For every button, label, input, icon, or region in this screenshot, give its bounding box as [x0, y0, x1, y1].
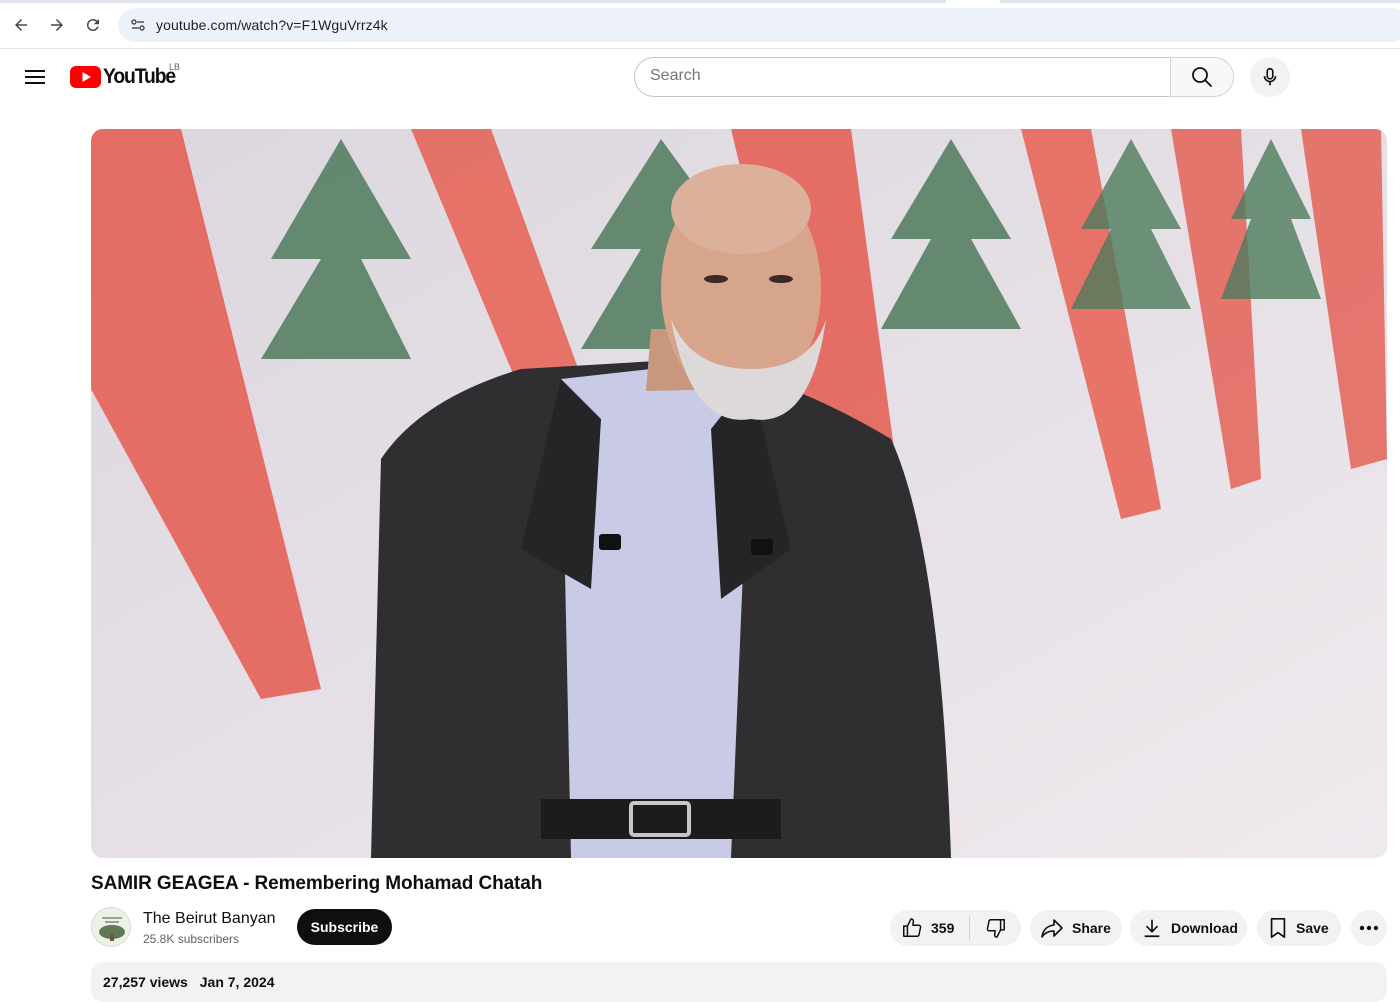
banyan-tree-logo-icon	[99, 917, 125, 941]
share-button[interactable]: Share	[1030, 910, 1122, 946]
upload-date: Jan 7, 2024	[199, 974, 275, 990]
youtube-logo[interactable]: YouTube	[70, 65, 181, 89]
address-bar[interactable]: youtube.com/watch?v=F1WguVrrz4k	[118, 8, 1400, 42]
like-dislike-group: 359	[890, 910, 1021, 946]
url-text[interactable]: youtube.com/watch?v=F1WguVrrz4k	[156, 17, 388, 33]
like-button[interactable]: 359	[890, 910, 969, 946]
forward-arrow-icon	[51, 19, 63, 31]
search-box	[634, 57, 1171, 97]
video-frame	[91, 129, 1387, 858]
video-player[interactable]	[91, 129, 1387, 858]
share-arrow-icon	[1041, 919, 1063, 938]
back-button[interactable]	[8, 12, 34, 38]
thumbs-down-icon	[986, 919, 1005, 938]
logo-text: YouTube	[103, 65, 176, 88]
more-horizontal-icon	[1359, 925, 1379, 931]
channel-name-link[interactable]: The Beirut Banyan	[143, 910, 276, 928]
hamburger-menu-icon	[25, 70, 45, 84]
channel-avatar[interactable]	[91, 907, 131, 947]
reload-icon	[86, 19, 99, 32]
site-info-icon	[131, 19, 145, 31]
description-box[interactable]: 27,257 views Jan 7, 2024	[91, 962, 1387, 1002]
save-button[interactable]: Save	[1257, 910, 1341, 946]
subscriber-count: 25.8K subscribers	[143, 932, 240, 946]
view-count: 27,257 views	[103, 974, 188, 990]
download-icon	[1144, 919, 1160, 938]
search-input[interactable]	[650, 67, 1150, 85]
save-label: Save	[1296, 920, 1329, 936]
guide-menu-button[interactable]	[20, 63, 50, 91]
youtube-header: YouTube LB	[0, 49, 1400, 105]
download-label: Download	[1171, 920, 1238, 936]
voice-search-button[interactable]	[1250, 57, 1290, 97]
video-title: SAMIR GEAGEA - Remembering Mohamad Chata…	[91, 873, 543, 894]
country-code: LB	[169, 62, 181, 72]
more-actions-button[interactable]	[1351, 910, 1387, 946]
microphone-icon	[1263, 67, 1277, 86]
like-count: 359	[931, 920, 955, 936]
search-button[interactable]	[1170, 57, 1234, 97]
browser-toolbar: youtube.com/watch?v=F1WguVrrz4k	[0, 0, 1400, 49]
youtube-logo-icon	[70, 66, 101, 88]
thumbs-up-icon	[903, 918, 922, 937]
back-arrow-icon	[15, 19, 27, 31]
download-button[interactable]: Download	[1130, 910, 1247, 946]
dislike-button[interactable]	[970, 910, 1021, 946]
tab-strip	[0, 0, 1400, 3]
search-icon	[1192, 67, 1212, 87]
forward-button[interactable]	[44, 12, 70, 38]
bookmark-icon	[1270, 918, 1286, 938]
subscribe-button[interactable]: Subscribe	[297, 909, 392, 945]
description-meta: 27,257 views Jan 7, 2024	[103, 974, 274, 990]
reload-button[interactable]	[80, 12, 106, 38]
share-label: Share	[1072, 920, 1111, 936]
site-info-button[interactable]	[126, 13, 150, 37]
